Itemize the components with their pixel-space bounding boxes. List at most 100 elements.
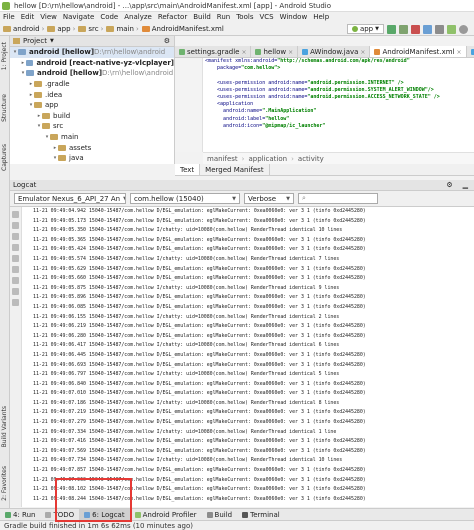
- scroll-to-end-icon[interactable]: [12, 222, 19, 229]
- bottom-tool-window-bar: 4: Run TODO 6: Logcat Android Profiler Build…: [0, 508, 474, 521]
- avd-manager-icon[interactable]: [435, 24, 444, 34]
- left-tool-stripe: 1: Project Structure Captures Build Vari…: [0, 36, 10, 520]
- log-line: 11-21 09:49:05.574 15040-15487/com.hello…: [33, 255, 340, 262]
- menu-view[interactable]: View: [40, 12, 57, 23]
- sdk-manager-icon[interactable]: [447, 24, 456, 34]
- tree-node[interactable]: ▾ src: [10, 121, 174, 132]
- tree-node[interactable]: ▸ .idea: [10, 89, 174, 100]
- search-icon[interactable]: [459, 24, 468, 34]
- gear-icon[interactable]: ⚙: [446, 181, 452, 189]
- run-icon[interactable]: [387, 24, 396, 34]
- module-icon: [18, 49, 26, 56]
- tree-node[interactable]: ▸ .gradle: [10, 79, 174, 90]
- manifest-tab[interactable]: Text: [175, 164, 201, 175]
- bottom-tool-tab[interactable]: Build: [202, 509, 238, 521]
- project-tool-button[interactable]: 1: Project: [1, 42, 8, 70]
- menu-run[interactable]: Run: [217, 12, 230, 23]
- restart-icon[interactable]: [12, 277, 19, 284]
- log-line: 11-21 09:49:06.085 15040-15487/com.hello…: [33, 303, 366, 310]
- process-select[interactable]: com.hellow (15040) ▼: [130, 193, 240, 204]
- close-icon[interactable]: ×: [241, 49, 246, 56]
- tool-window-icon: [242, 511, 249, 518]
- stop-icon[interactable]: [411, 24, 420, 34]
- manifest-view-tabs: Text Merged Manifest: [175, 164, 474, 176]
- breadcrumb-item[interactable]: android ›: [3, 24, 44, 35]
- code-editor[interactable]: <manifest xmlns:android="http://schemas.…: [175, 58, 474, 152]
- tree-node[interactable]: ▾ app: [10, 100, 174, 111]
- tree-node[interactable]: ▾ java: [10, 153, 174, 164]
- file-type-icon: [255, 49, 262, 55]
- tree-node-label: app: [45, 101, 59, 110]
- menu-help[interactable]: Help: [313, 12, 329, 23]
- tree-node[interactable]: ▸ build: [10, 111, 174, 122]
- screen-record-icon[interactable]: [12, 299, 19, 306]
- window-title-bar: hellow [D:\rn\hellow\android] - ...\app\…: [0, 0, 474, 12]
- breadcrumb-item[interactable]: main ›: [106, 24, 139, 35]
- log-line: 11-21 09:49:07.857 15040-15487/com.hello…: [33, 467, 366, 474]
- editor-tab[interactable]: hellow ×: [251, 46, 299, 57]
- code-line: <uses-permission android:name="android.p…: [175, 87, 474, 94]
- menu-tools[interactable]: Tools: [236, 12, 253, 23]
- bottom-tool-tab[interactable]: Terminal: [237, 509, 285, 521]
- gear-icon[interactable]: ⚙: [164, 37, 170, 45]
- chevron-down-icon[interactable]: ▼: [50, 38, 54, 44]
- tree-node[interactable]: ▾ android [hellow] D:\rn\hellow\android: [10, 47, 174, 58]
- bottom-tool-tab[interactable]: 6: Logcat: [79, 508, 130, 521]
- log-level-select[interactable]: Verbose ▼: [244, 193, 294, 204]
- bottom-tool-tab[interactable]: 4: Run: [0, 509, 40, 521]
- structure-tool-button[interactable]: Structure: [1, 94, 8, 122]
- soft-wrap-icon[interactable]: [12, 255, 19, 262]
- device-select[interactable]: Emulator Nexus_6_API_27 An ▼: [14, 193, 126, 204]
- close-icon[interactable]: ×: [288, 49, 293, 56]
- menu-vcs[interactable]: VCS: [259, 12, 273, 23]
- logcat-search-input[interactable]: ⌕: [298, 193, 378, 204]
- breadcrumb-item[interactable]: AndroidManifest.xml: [141, 24, 224, 35]
- bottom-tool-tab[interactable]: TODO: [40, 509, 79, 521]
- sync-icon[interactable]: [423, 24, 432, 34]
- tree-node-label: assets: [69, 143, 92, 152]
- device-select-value: Emulator Nexus_6_API_27 An: [18, 194, 121, 203]
- menu-window[interactable]: Window: [280, 12, 308, 23]
- manifest-tab[interactable]: Merged Manifest: [200, 164, 270, 175]
- logcat-output[interactable]: 11-21 09:49:04.942 15040-15487/com.hello…: [22, 207, 474, 507]
- menu-file[interactable]: File: [3, 12, 15, 23]
- bottom-tool-tab[interactable]: Android Profiler: [130, 509, 202, 521]
- editor-tab[interactable]: settings.gradle ×: [175, 46, 252, 57]
- clear-logcat-icon[interactable]: [12, 211, 19, 218]
- menu-navigate[interactable]: Navigate: [63, 12, 94, 23]
- editor-tab[interactable]: AndroidManifest.xml ×: [370, 46, 467, 57]
- editor-breadcrumb-item[interactable]: application: [248, 155, 287, 163]
- favorites-tool-button[interactable]: 2: Favorites: [1, 466, 8, 501]
- editor-breadcrumb-item[interactable]: activity: [298, 155, 324, 163]
- hide-panel-icon[interactable]: ▁: [463, 181, 468, 189]
- editor-breadcrumb-item[interactable]: manifest: [207, 155, 238, 163]
- project-panel-title[interactable]: Project: [23, 37, 47, 45]
- tree-node[interactable]: ▾ android [hellow] D:\rn\hellow\android: [10, 68, 174, 79]
- collapsed-arrow-icon[interactable]: ▸: [20, 60, 26, 66]
- editor-tab-label: hellow: [263, 48, 287, 56]
- captures-tool-button[interactable]: Captures: [1, 144, 8, 171]
- menu-analyze[interactable]: Analyze: [124, 12, 152, 23]
- menu-build[interactable]: Build: [193, 12, 211, 23]
- menu-edit[interactable]: Edit: [21, 12, 35, 23]
- editor-tab[interactable]: AWindow.java ×: [298, 46, 371, 57]
- logcat-title: Logcat: [13, 181, 37, 189]
- file-type-icon: [179, 49, 185, 55]
- screenshot-icon[interactable]: [12, 288, 19, 295]
- menu-code[interactable]: Code: [100, 12, 118, 23]
- close-icon[interactable]: ×: [457, 49, 462, 56]
- run-configuration-select[interactable]: app ▼: [346, 24, 384, 34]
- up-arrow-icon[interactable]: [12, 233, 19, 240]
- tree-node[interactable]: ▾ main: [10, 132, 174, 143]
- breadcrumb-item[interactable]: app ›: [47, 24, 75, 35]
- breadcrumb-item[interactable]: src ›: [78, 24, 103, 35]
- print-icon[interactable]: [12, 266, 19, 273]
- tree-node[interactable]: ▸ android [react-native-yz-vlcplayer]: [10, 58, 174, 69]
- menu-refactor[interactable]: Refactor: [158, 12, 187, 23]
- close-icon[interactable]: ×: [360, 49, 365, 56]
- editor-tab[interactable]: IVLCVout×: [467, 46, 474, 57]
- down-arrow-icon[interactable]: [12, 244, 19, 251]
- tree-node[interactable]: ▸ assets: [10, 142, 174, 153]
- debug-icon[interactable]: [399, 24, 408, 34]
- build-variants-tool-button[interactable]: Build Variants: [1, 406, 8, 447]
